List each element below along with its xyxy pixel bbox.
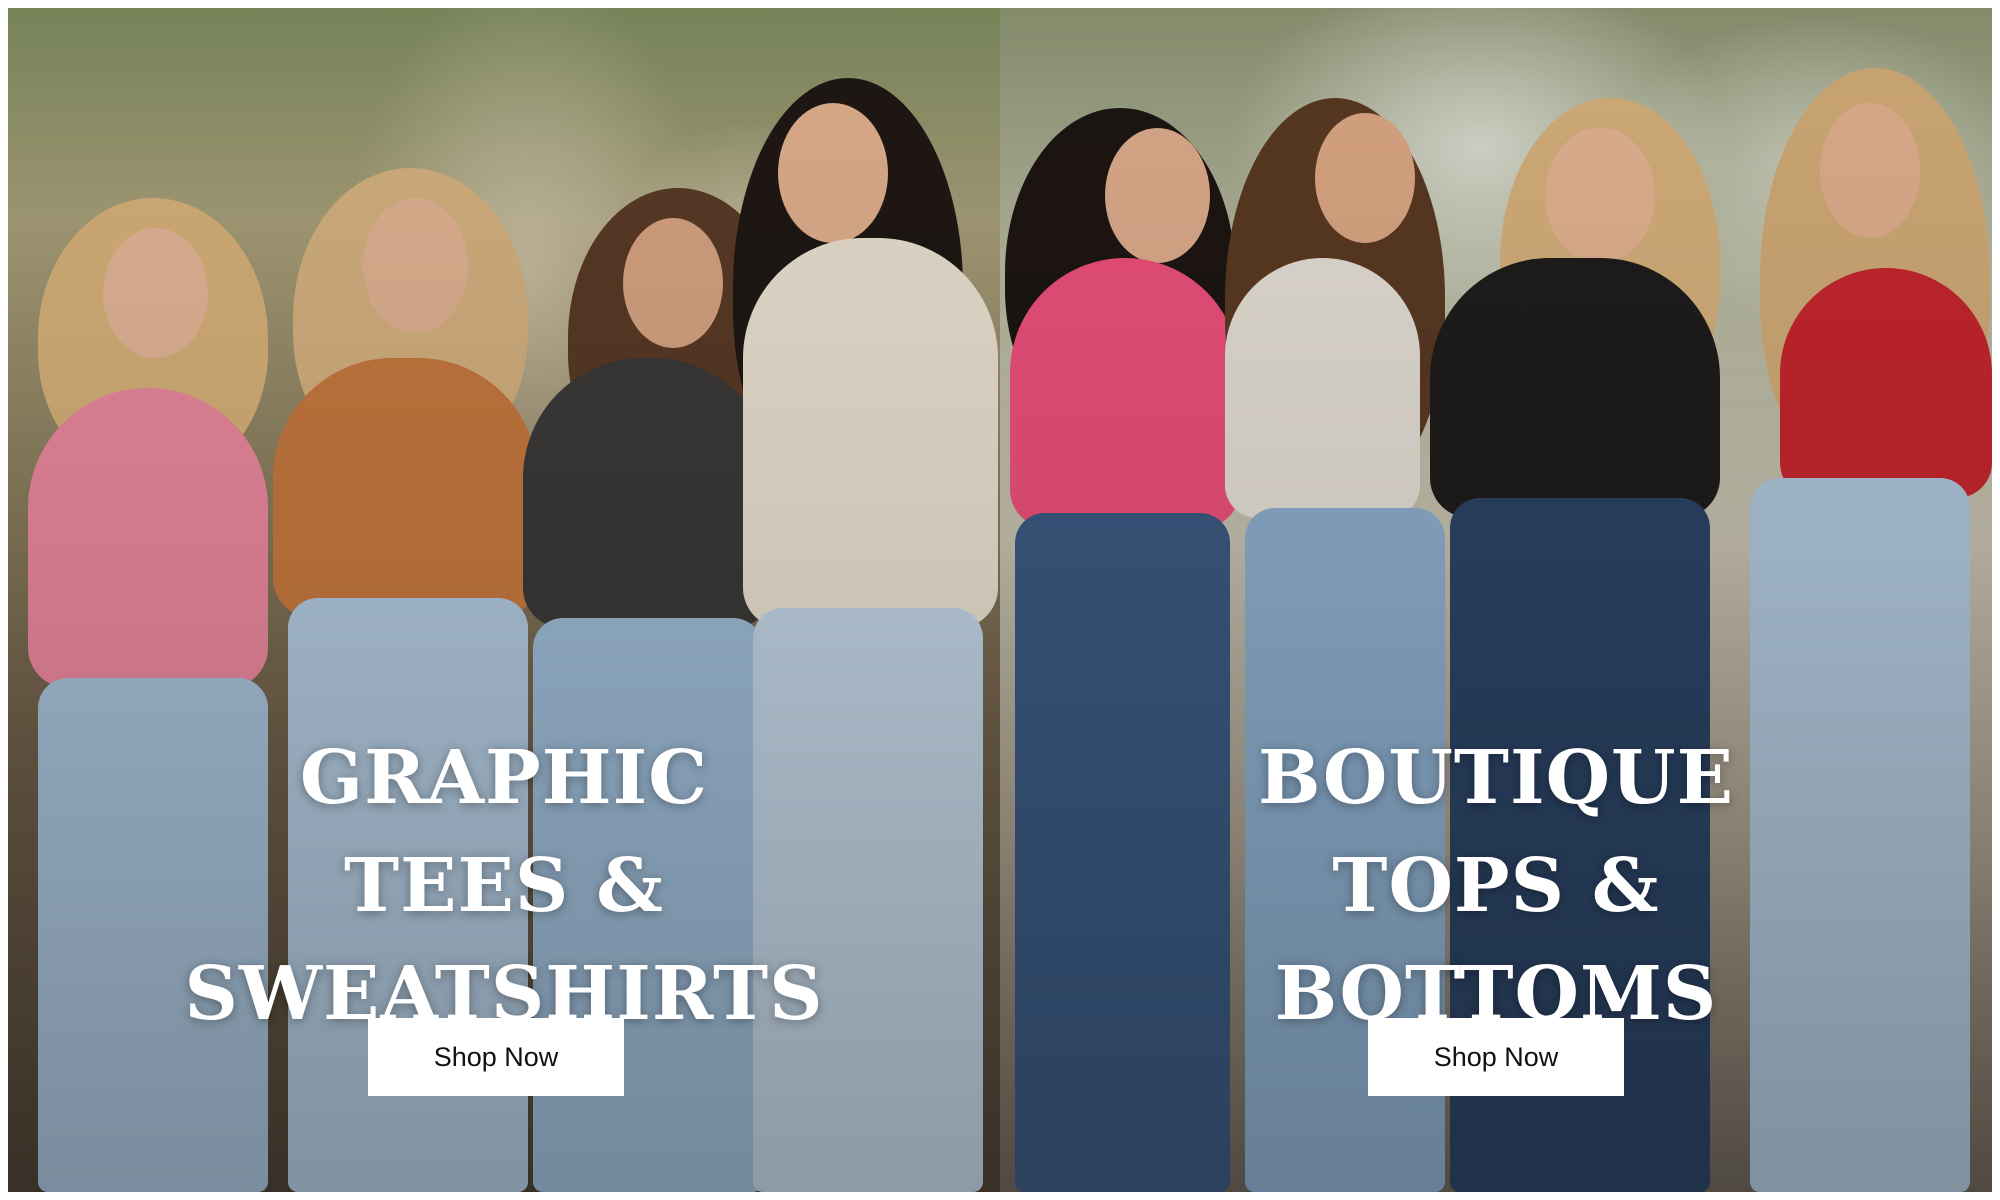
headline-line: TEES & <box>344 843 664 930</box>
shop-now-button[interactable]: Shop Now <box>1368 1018 1624 1096</box>
headline-line: TOPS & <box>1332 843 1660 930</box>
shop-now-button[interactable]: Shop Now <box>368 1018 624 1096</box>
headline-line: BOUTIQUE <box>1258 735 1734 822</box>
headline-line: GRAPHIC <box>299 735 709 822</box>
collection-banners: GRAPHIC TEES & SWEATSHIRTS Shop Now BOUT… <box>0 0 2000 1200</box>
banner-headline: BOUTIQUE TOPS & BOTTOMS <box>1000 724 1992 1048</box>
banner-boutique-tops[interactable]: BOUTIQUE TOPS & BOTTOMS Shop Now <box>1000 8 1992 1192</box>
banner-graphic-tees[interactable]: GRAPHIC TEES & SWEATSHIRTS Shop Now <box>8 8 1000 1192</box>
banner-headline: GRAPHIC TEES & SWEATSHIRTS <box>8 724 1000 1048</box>
